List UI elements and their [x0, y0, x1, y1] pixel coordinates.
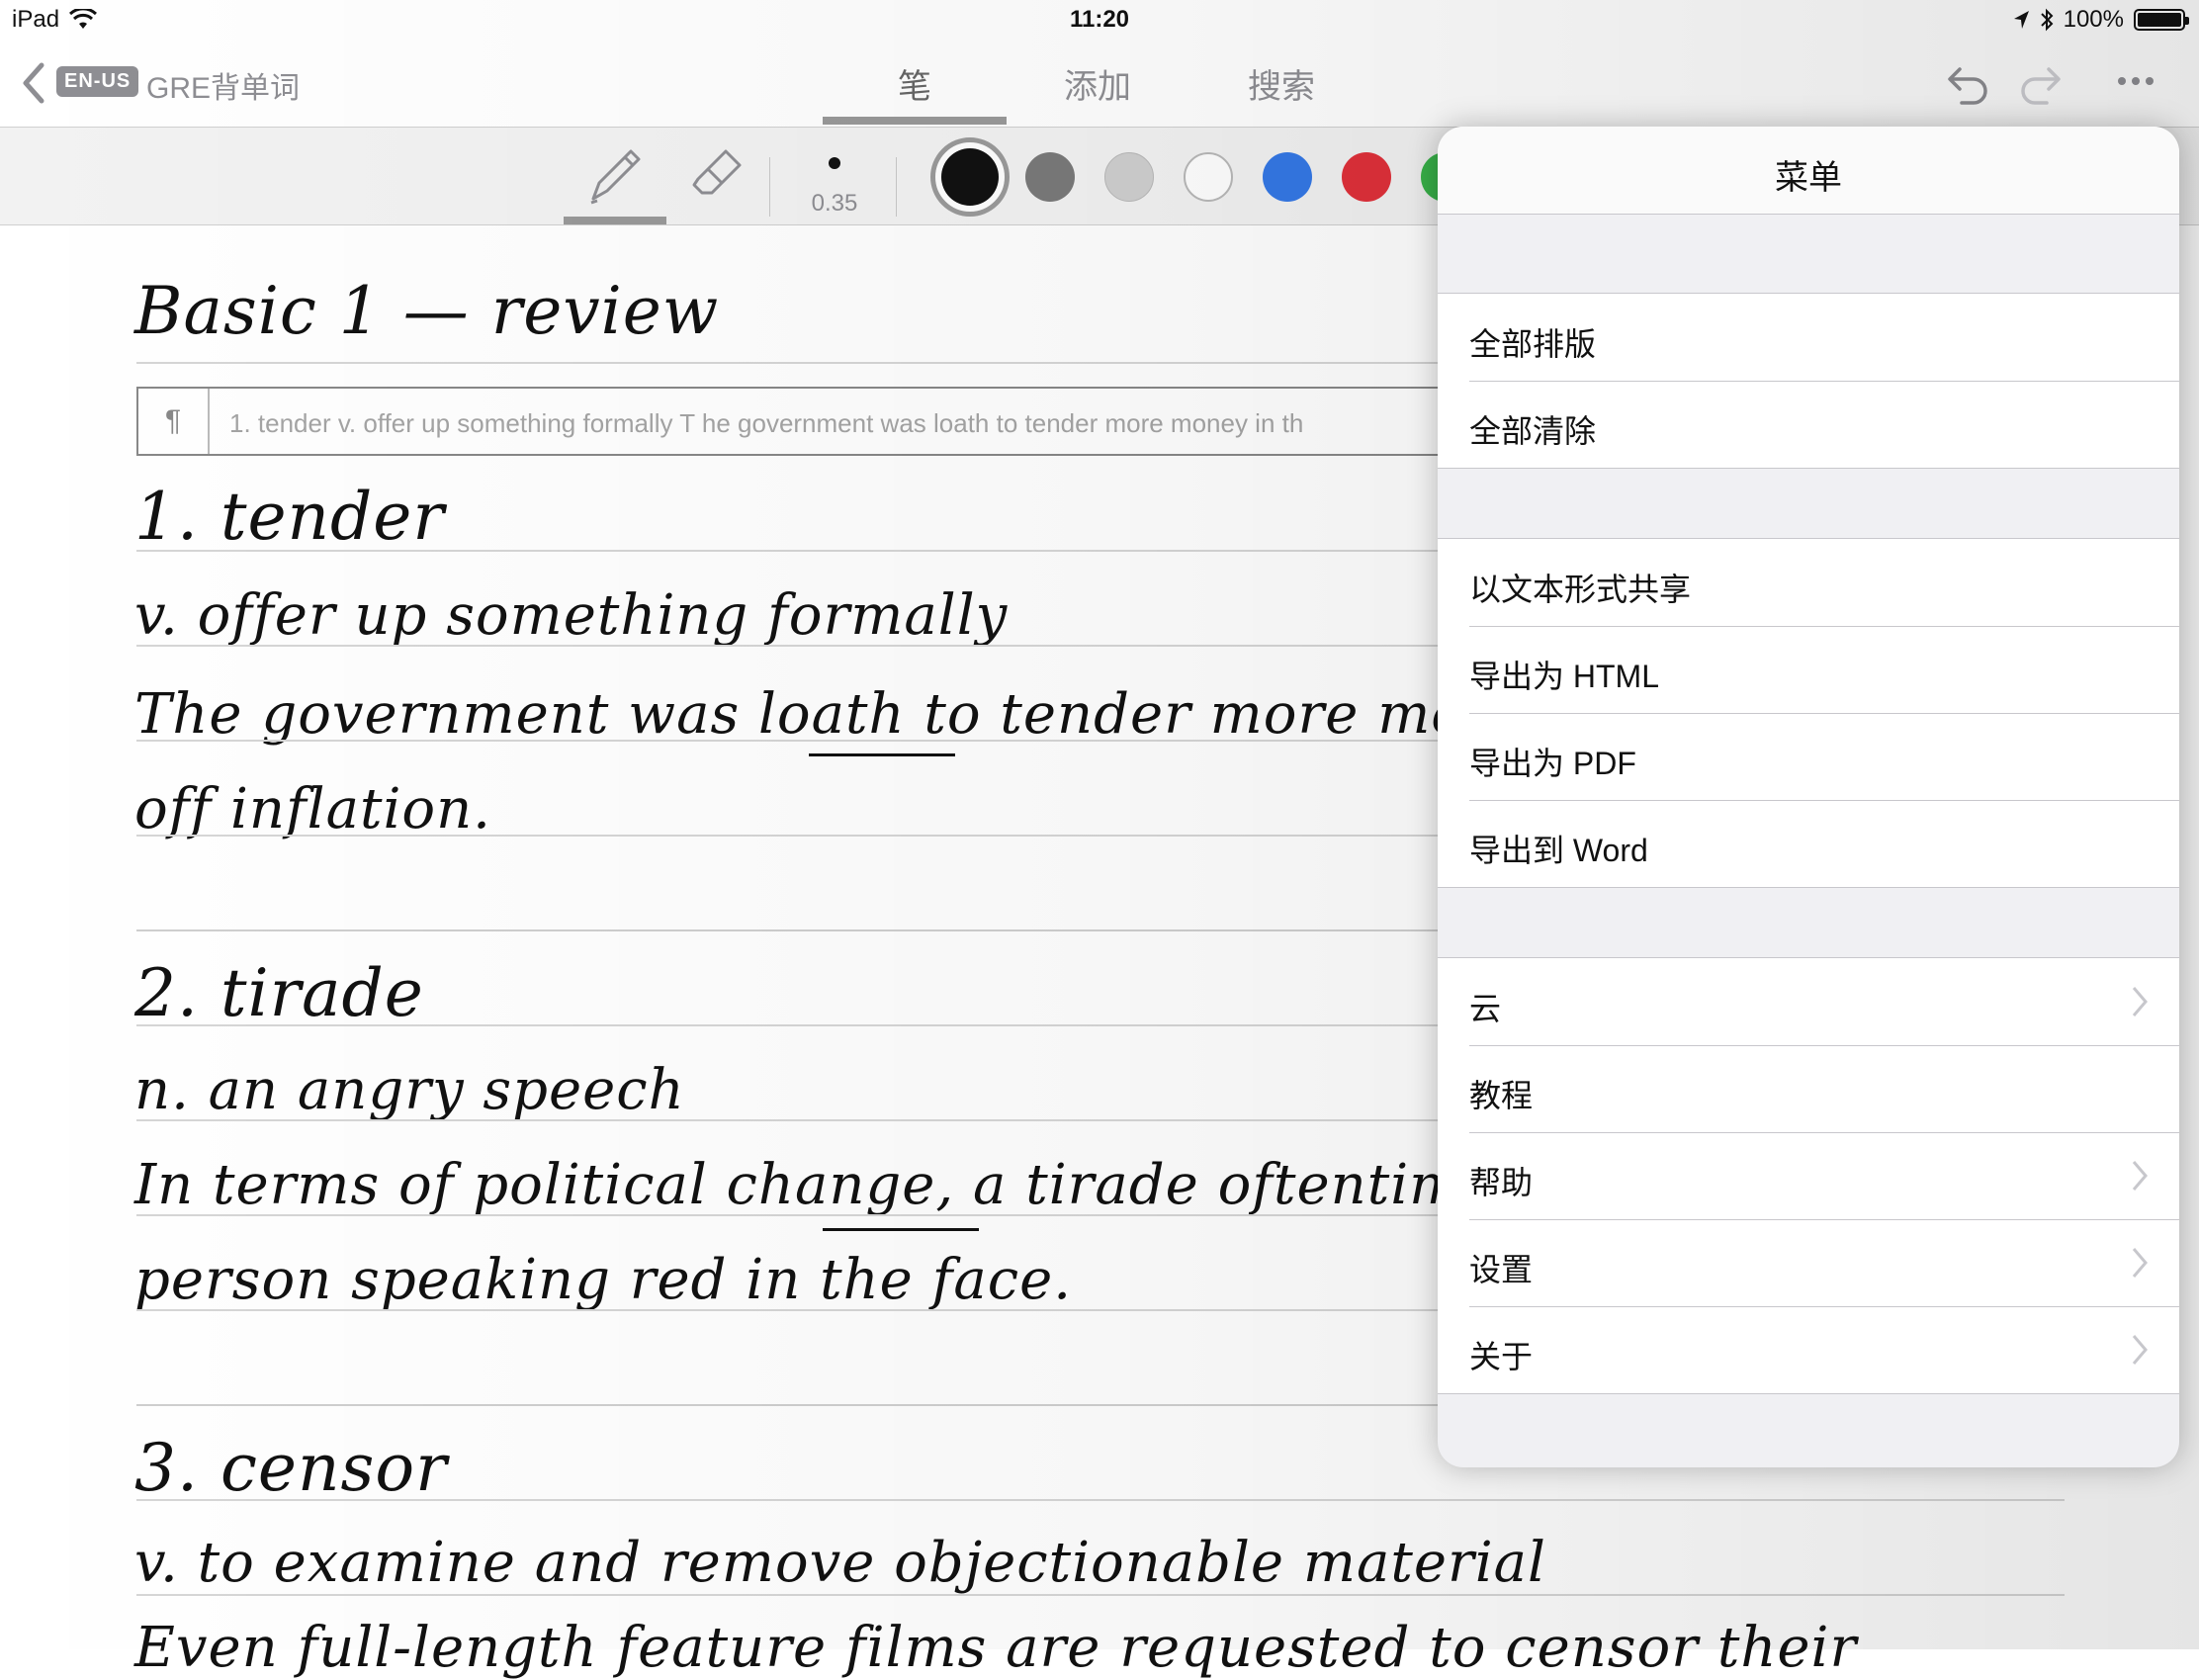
- selected-tool-indicator: [564, 217, 666, 224]
- chevron-right-icon: [2132, 987, 2148, 1017]
- handwriting-line: Even full-length feature films are reque…: [134, 1616, 1858, 1680]
- paragraph-icon[interactable]: ¶: [138, 389, 210, 454]
- document-title[interactable]: GRE背单词: [146, 63, 300, 107]
- toolbar-divider: [896, 157, 897, 217]
- recognized-text: 1. tender v. offer up something formally…: [229, 408, 1304, 438]
- menu-header: 菜单: [1438, 127, 2179, 215]
- battery-icon: [2134, 9, 2189, 31]
- ruled-line: [136, 1594, 2065, 1596]
- color-swatch-light-gray[interactable]: [1104, 152, 1154, 202]
- color-swatch-gray[interactable]: [1025, 152, 1075, 202]
- status-time: 11:20: [1069, 6, 1130, 33]
- menu-item-label: 云: [1469, 991, 1502, 1026]
- menu-group-app: 云 教程 帮助 设置 关于: [1438, 957, 2179, 1394]
- language-badge: EN-US: [56, 66, 139, 97]
- menu-item-clear-all[interactable]: 全部清除: [1438, 381, 2179, 468]
- color-swatch-red[interactable]: [1342, 152, 1391, 202]
- chevron-right-icon: [2132, 1161, 2148, 1191]
- tab-pen[interactable]: 笔: [898, 59, 931, 108]
- menu-title: 菜单: [1775, 159, 1842, 197]
- active-tab-indicator: [823, 117, 1007, 125]
- back-chevron-icon[interactable]: [16, 59, 51, 107]
- handwriting-line: v. to examine and remove objectionable m…: [134, 1531, 1546, 1595]
- pen-size-dot[interactable]: [829, 157, 840, 169]
- chevron-right-icon: [2132, 1248, 2148, 1278]
- handwriting-line: 2. tirade: [134, 955, 424, 1031]
- menu-item-export-word[interactable]: 导出到 Word: [1438, 800, 2179, 887]
- menu-item-help[interactable]: 帮助: [1438, 1132, 2179, 1219]
- menu-item-label: 关于: [1469, 1339, 1534, 1374]
- bluetooth-icon: [2040, 8, 2054, 32]
- menu-group-layout: 全部排版 全部清除: [1438, 293, 2179, 469]
- menu-item-label: 帮助: [1469, 1165, 1534, 1200]
- handwriting-line: person speaking red in the face.: [134, 1248, 1073, 1312]
- handwriting-line: 1. tender: [134, 479, 445, 555]
- menu-item-settings[interactable]: 设置: [1438, 1219, 2179, 1306]
- menu-item-label: 导出为 PDF: [1469, 746, 1636, 781]
- menu-item-label: 导出到 Word: [1469, 833, 1648, 868]
- menu-item-export-html[interactable]: 导出为 HTML: [1438, 626, 2179, 713]
- menu-item-share-text[interactable]: 以文本形式共享: [1438, 539, 2179, 626]
- tab-search[interactable]: 搜索: [1248, 59, 1315, 108]
- status-right: 100%: [2012, 6, 2189, 34]
- color-swatch-white[interactable]: [1184, 152, 1233, 202]
- menu-popover: 菜单 全部排版 全部清除 以文本形式共享 导出为 HTML 导出为 PDF 导出…: [1438, 127, 2179, 1467]
- color-swatch-black-fill: [941, 148, 999, 206]
- pen-tool-icon[interactable]: [579, 128, 651, 224]
- pen-size-label[interactable]: 0.35: [799, 190, 870, 218]
- handwriting-line: off inflation.: [134, 777, 491, 841]
- menu-item-label: 设置: [1469, 1252, 1534, 1287]
- handwriting-line: v. offer up something formally: [134, 583, 1009, 648]
- menu-group-export: 以文本形式共享 导出为 HTML 导出为 PDF 导出到 Word: [1438, 538, 2179, 888]
- toolbar-divider: [769, 157, 770, 217]
- menu-item-label: 全部排版: [1469, 326, 1597, 362]
- underline-stroke: [809, 753, 955, 756]
- redo-icon[interactable]: [2017, 59, 2063, 105]
- menu-item-export-pdf[interactable]: 导出为 PDF: [1438, 713, 2179, 800]
- undo-icon[interactable]: [1946, 59, 1991, 105]
- menu-item-label: 以文本形式共享: [1469, 572, 1692, 607]
- chevron-right-icon: [2132, 1335, 2148, 1365]
- menu-item-cloud[interactable]: 云: [1438, 958, 2179, 1045]
- underline-stroke: [823, 1228, 979, 1231]
- eraser-tool-icon[interactable]: [682, 128, 753, 224]
- ruled-line: [136, 1499, 2065, 1501]
- more-icon[interactable]: [2116, 73, 2155, 89]
- tab-add[interactable]: 添加: [1064, 59, 1131, 108]
- status-bar: iPad 11:20 100%: [0, 0, 2199, 42]
- note-heading: Basic 1 — review: [134, 273, 720, 349]
- handwriting-line: n. an angry speech: [134, 1058, 685, 1122]
- menu-item-about[interactable]: 关于: [1438, 1306, 2179, 1393]
- menu-item-label: 教程: [1469, 1078, 1534, 1113]
- color-swatch-black[interactable]: [930, 137, 1010, 217]
- location-arrow-icon: [2013, 11, 2029, 29]
- battery-percent: 100%: [2063, 6, 2124, 33]
- nav-bar: EN-US GRE背单词 笔 添加 搜索: [0, 42, 2199, 128]
- color-swatch-blue[interactable]: [1263, 152, 1312, 202]
- handwriting-line: 3. censor: [134, 1430, 448, 1506]
- menu-item-tutorial[interactable]: 教程: [1438, 1045, 2179, 1132]
- menu-item-label: 全部清除: [1469, 413, 1597, 449]
- menu-item-format-all[interactable]: 全部排版: [1438, 294, 2179, 381]
- menu-item-label: 导出为 HTML: [1469, 659, 1660, 694]
